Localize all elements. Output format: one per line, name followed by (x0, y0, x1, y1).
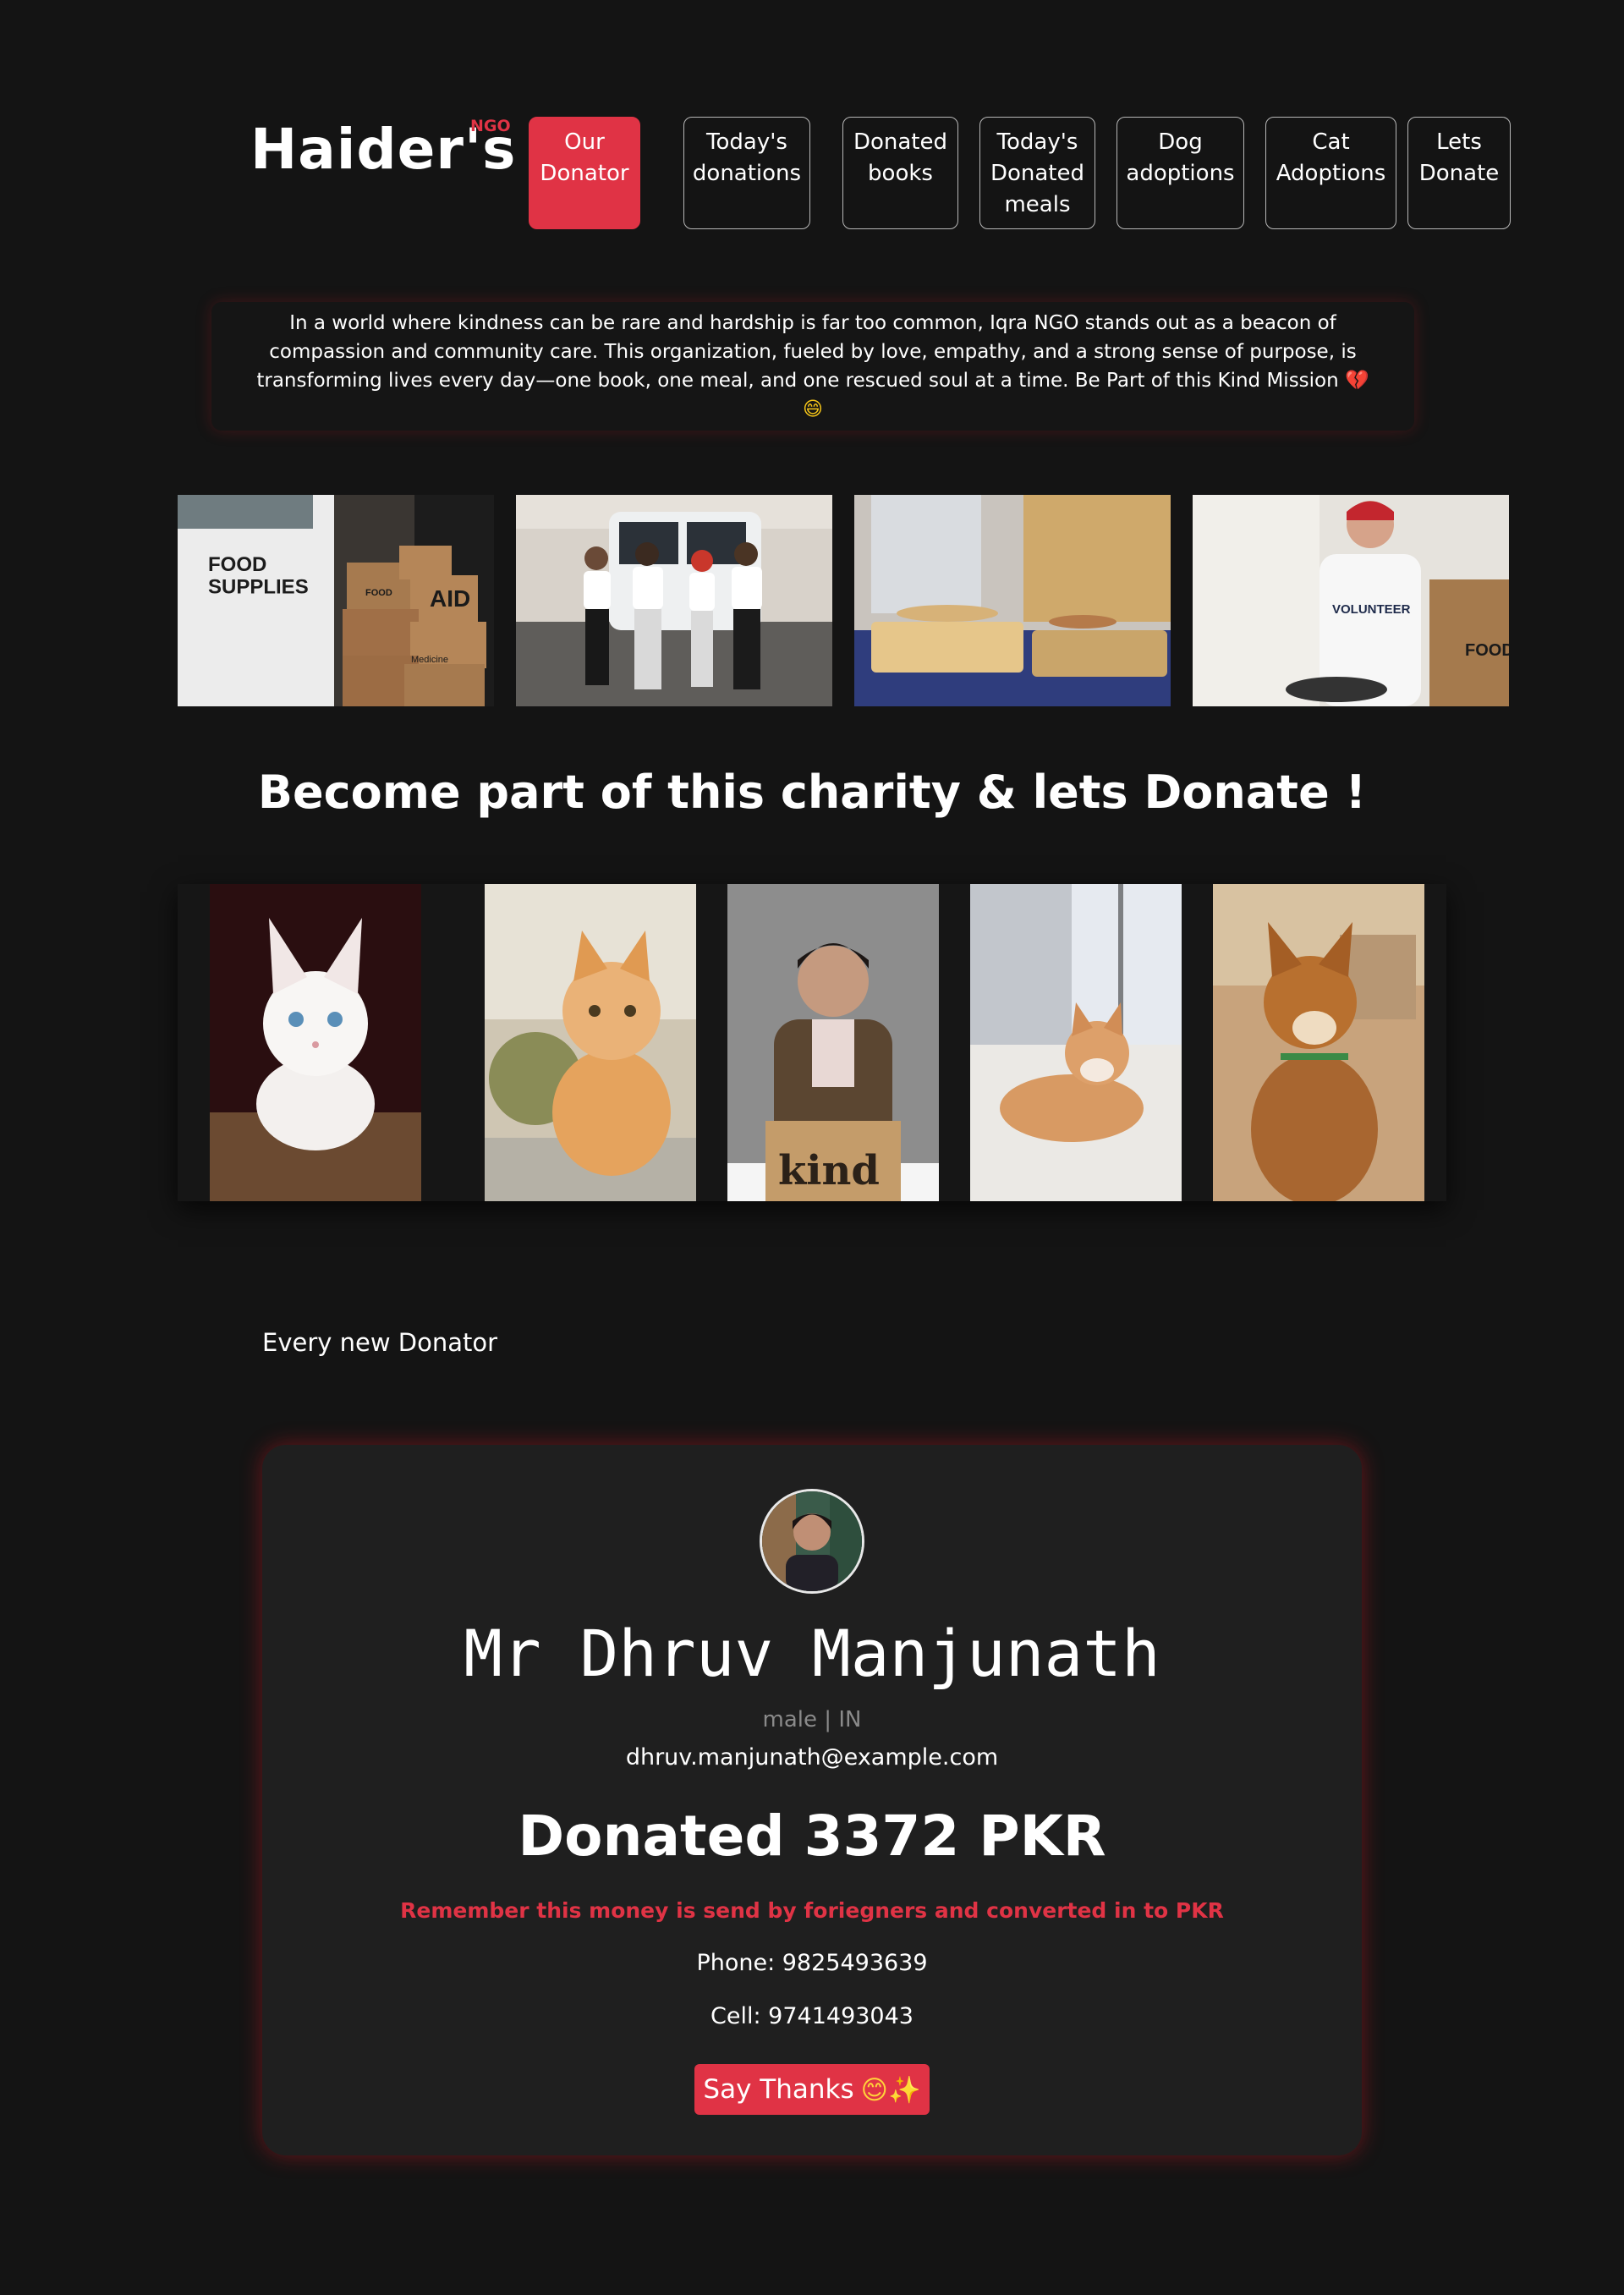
smile-icon: 😄 (803, 398, 823, 420)
nav-our-donator-button[interactable]: Our Donator (529, 117, 640, 229)
kind-box-text: kind (778, 1147, 880, 1194)
nav-todays-donations-button[interactable]: Today's donations (683, 117, 810, 229)
broken-heart-icon: 💔 (1345, 370, 1369, 392)
gallery-orange-kitten (485, 884, 696, 1201)
donate-section-title: Become part of this charity & lets Donat… (257, 766, 1367, 819)
photo-food-preparation (854, 495, 1171, 706)
donator-gender-country: male | IN (762, 1707, 862, 1732)
currency-note: Remember this money is send by foriegner… (400, 1898, 1224, 1923)
nav-cat-adoptions-button[interactable]: Cat Adoptions (1265, 117, 1396, 229)
nav-dog-adoptions-button[interactable]: Dog adoptions (1116, 117, 1244, 229)
gallery-white-kitten (210, 884, 421, 1201)
brand-suffix: NGO (470, 117, 511, 135)
intro-text: In a world where kindness can be rare an… (245, 309, 1380, 424)
donator-cell: Cell: 9741493043 (710, 2003, 914, 2029)
aid-text: AID (430, 585, 470, 612)
donator-email: dhruv.manjunath@example.com (625, 1744, 999, 1771)
gallery-shiba-sitting (1213, 884, 1424, 1201)
gallery-man-kind-box: kind (727, 884, 939, 1201)
photo-volunteer-serving: VOLUNTEER FOOD (1193, 495, 1509, 706)
volunteer-shirt-text: VOLUNTEER (1332, 602, 1411, 617)
donated-amount: Donated 3372 PKR (518, 1804, 1106, 1869)
smile-sparkle-icon: 😊✨ (860, 2074, 921, 2106)
say-thanks-label: Say Thanks (703, 2074, 854, 2105)
donator-phone: Phone: 9825493639 (696, 1950, 928, 1976)
nav-donated-books-button[interactable]: Donated books (842, 117, 958, 229)
food-label-text: FOOD (365, 588, 392, 598)
photo-volunteers-van (516, 495, 832, 706)
gallery-shiba-lying (970, 884, 1182, 1201)
intro-panel: In a world where kindness can be rare an… (211, 302, 1414, 431)
donator-name: Mr Dhruv Manjunath (464, 1616, 1160, 1691)
intro-paragraph: In a world where kindness can be rare an… (256, 312, 1357, 392)
medicine-text: Medicine (411, 655, 448, 665)
say-thanks-button[interactable]: Say Thanks 😊✨ (694, 2064, 930, 2115)
every-new-donator-title: Every new Donator (262, 1328, 498, 1357)
photo-food-supplies: FOOD SUPPLIES AID FOOD Medicine (178, 495, 494, 706)
donator-avatar (760, 1489, 864, 1594)
food-box-text: FOOD (1465, 641, 1509, 660)
nav-todays-donated-meals-button[interactable]: Today's Donated meals (979, 117, 1095, 229)
nav-lets-donate-button[interactable]: Lets Donate (1407, 117, 1511, 229)
